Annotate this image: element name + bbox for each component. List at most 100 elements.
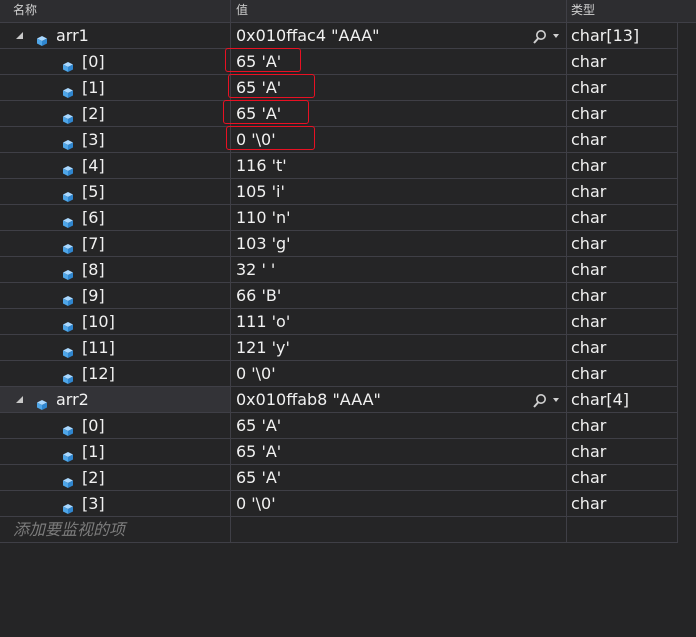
value-cell[interactable]: 66 'B' <box>231 283 567 308</box>
name-cell[interactable]: [1] <box>0 439 231 464</box>
value-cell[interactable]: 121 'y' <box>231 335 567 360</box>
name-cell[interactable]: [1] <box>0 75 231 100</box>
watch-row-element[interactable]: [4] 116 't' char <box>0 153 678 179</box>
variable-cube-icon <box>62 315 74 332</box>
name-cell[interactable]: [12] <box>0 361 231 386</box>
column-header-type[interactable]: 类型 <box>567 0 696 22</box>
variable-cube-icon <box>62 81 74 98</box>
variable-cube-icon <box>62 263 74 280</box>
highlight-box <box>226 126 315 150</box>
name-cell[interactable]: [10] <box>0 309 231 334</box>
name-cell[interactable]: [2] <box>0 101 231 126</box>
watch-row-element[interactable]: [0] 65 'A' char <box>0 48 678 75</box>
value-cell[interactable]: 0x010ffab8 "AAA" <box>231 387 567 412</box>
name-cell[interactable]: arr2 <box>0 387 231 412</box>
highlight-box <box>223 100 309 124</box>
name-cell[interactable]: [9] <box>0 283 231 308</box>
type-cell: char <box>567 101 678 126</box>
name-cell[interactable]: [2] <box>0 465 231 490</box>
value-cell[interactable]: 105 'i' <box>231 179 567 204</box>
name-cell[interactable]: [3] <box>0 491 231 516</box>
name-cell[interactable]: [7] <box>0 231 231 256</box>
variable-cube-icon <box>62 289 74 306</box>
expanded-triangle-icon[interactable] <box>16 32 23 39</box>
chevron-down-icon[interactable] <box>553 398 559 402</box>
watch-row-element[interactable]: [7] 103 'g' char <box>0 231 678 257</box>
value-cell[interactable]: 0 '\0' <box>231 491 567 516</box>
expanded-triangle-icon[interactable] <box>16 396 23 403</box>
scrollbar-track[interactable] <box>678 23 696 637</box>
watch-row-element[interactable]: [3] 0 '\0' char <box>0 491 678 517</box>
column-header-name[interactable]: 名称 <box>0 0 231 22</box>
chevron-down-icon[interactable] <box>553 34 559 38</box>
type-cell: char <box>567 335 678 360</box>
type-cell: char <box>567 413 678 438</box>
add-watch-row[interactable]: 添加要监视的项 <box>0 517 678 543</box>
type-cell: char <box>567 75 678 100</box>
value-cell[interactable]: 103 'g' <box>231 231 567 256</box>
watch-row-element[interactable]: [1] 65 'A' char <box>0 74 678 101</box>
watch-row-element[interactable]: [1] 65 'A' char <box>0 439 678 465</box>
name-cell[interactable]: arr1 <box>0 23 231 48</box>
variable-cube-icon <box>62 237 74 254</box>
value-cell[interactable]: 65 'A' <box>231 413 567 438</box>
magnifier-icon[interactable] <box>532 391 548 408</box>
watch-row-parent[interactable]: arr2 0x010ffab8 "AAA" char[4] <box>0 387 678 413</box>
variable-name: arr2 <box>56 390 89 409</box>
variable-cube-icon <box>62 159 74 176</box>
watch-row-element[interactable]: [12] 0 '\0' char <box>0 361 678 387</box>
value-cell[interactable]: 65 'A' <box>231 439 567 464</box>
watch-row-element[interactable]: [10] 111 'o' char <box>0 309 678 335</box>
watch-row-element[interactable]: [8] 32 ' ' char <box>0 257 678 283</box>
variable-name: [2] <box>82 104 105 123</box>
watch-row-element[interactable]: [6] 110 'n' char <box>0 205 678 231</box>
name-cell[interactable]: [0] <box>0 49 231 74</box>
name-cell[interactable]: [0] <box>0 413 231 438</box>
type-cell: char <box>567 491 678 516</box>
value-cell[interactable]: 65 'A' <box>231 465 567 490</box>
name-cell[interactable]: [3] <box>0 127 231 152</box>
type-cell: char[4] <box>567 387 678 412</box>
watch-row-element[interactable]: [5] 105 'i' char <box>0 179 678 205</box>
name-cell[interactable]: [6] <box>0 205 231 230</box>
watch-row-element[interactable]: [11] 121 'y' char <box>0 335 678 361</box>
name-cell[interactable]: [8] <box>0 257 231 282</box>
variable-cube-icon <box>62 445 74 462</box>
value-cell[interactable]: 32 ' ' <box>231 257 567 282</box>
name-cell[interactable]: [4] <box>0 153 231 178</box>
value-cell[interactable]: 110 'n' <box>231 205 567 230</box>
value-cell[interactable]: 0x010ffac4 "AAA" <box>231 23 567 48</box>
column-header-value[interactable]: 值 <box>231 0 567 22</box>
type-cell: char <box>567 49 678 74</box>
variable-name: [8] <box>82 260 105 279</box>
variable-cube-icon <box>36 393 48 410</box>
watch-row-element[interactable]: [3] 0 '\0' char <box>0 126 678 153</box>
variable-name: [4] <box>82 156 105 175</box>
variable-name: [5] <box>82 182 105 201</box>
watch-row-element[interactable]: [2] 65 'A' char <box>0 100 678 127</box>
watch-row-element[interactable]: [0] 65 'A' char <box>0 413 678 439</box>
name-cell[interactable]: [5] <box>0 179 231 204</box>
watch-row-parent[interactable]: arr1 0x010ffac4 "AAA" char[13] <box>0 23 678 49</box>
watch-row-element[interactable]: [2] 65 'A' char <box>0 465 678 491</box>
value-cell[interactable]: 111 'o' <box>231 309 567 334</box>
name-cell[interactable]: [11] <box>0 335 231 360</box>
type-cell: char <box>567 309 678 334</box>
variable-cube-icon <box>62 107 74 124</box>
value-cell[interactable]: 0 '\0' <box>231 361 567 386</box>
variable-name: [11] <box>82 338 115 357</box>
highlight-box <box>225 48 301 72</box>
type-cell: char <box>567 231 678 256</box>
variable-name: [1] <box>82 78 105 97</box>
variable-name: [7] <box>82 234 105 253</box>
type-cell: char <box>567 361 678 386</box>
add-watch-input[interactable]: 添加要监视的项 <box>0 517 231 542</box>
variable-name: [3] <box>82 494 105 513</box>
variable-name: [10] <box>82 312 115 331</box>
column-header: 名称 值 类型 <box>0 0 696 23</box>
variable-name: [1] <box>82 442 105 461</box>
watch-row-element[interactable]: [9] 66 'B' char <box>0 283 678 309</box>
magnifier-icon[interactable] <box>532 27 548 44</box>
type-cell: char <box>567 153 678 178</box>
value-cell[interactable]: 116 't' <box>231 153 567 178</box>
